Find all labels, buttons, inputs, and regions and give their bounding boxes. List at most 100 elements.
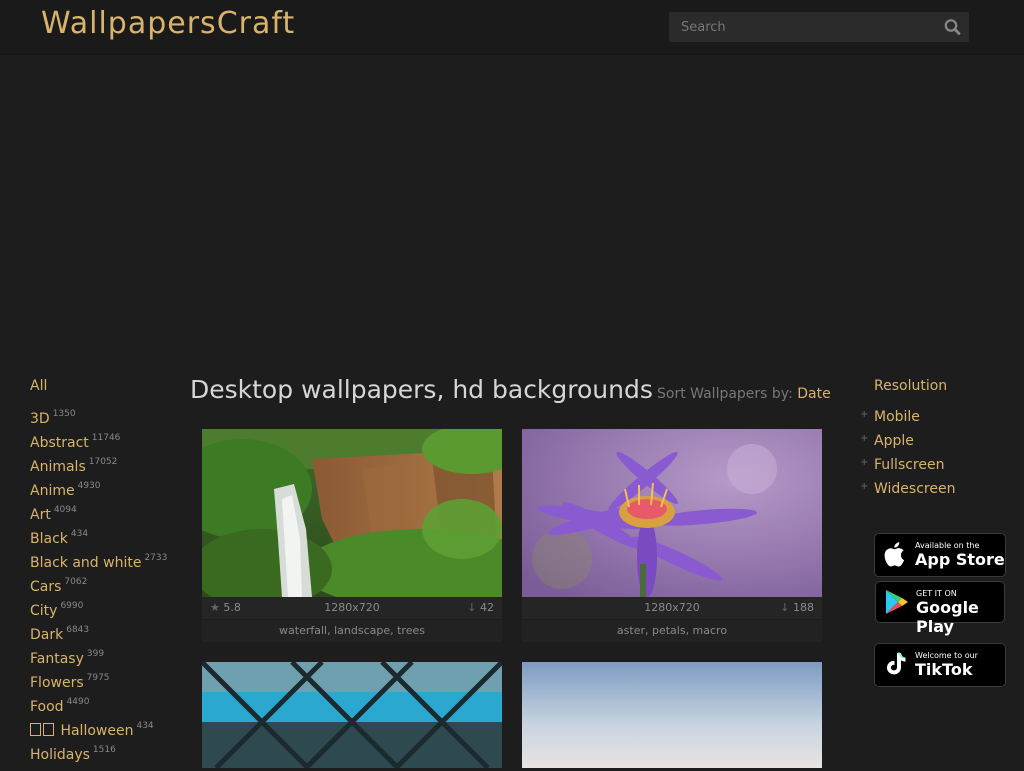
resolution-item-widescreen[interactable]: + Widescreen	[860, 481, 1010, 505]
category-label: Halloween	[60, 723, 134, 739]
category-item-black-and-white[interactable]: Black and white 2733	[30, 553, 180, 579]
downloads-value: 42	[480, 601, 494, 614]
category-label: City	[30, 603, 58, 619]
category-item-black[interactable]: Black 434	[30, 529, 180, 555]
tiktok-badge-caption: Welcome to our	[915, 651, 978, 660]
ad-banner-area	[0, 55, 1024, 365]
google-play-badge-title: Google Play	[916, 598, 979, 636]
resolution-item-fullscreen[interactable]: + Fullscreen	[860, 457, 1010, 481]
category-count: 17052	[88, 457, 118, 467]
category-label: Art	[30, 507, 51, 523]
resolution-sidebar: Resolution + Mobile + Apple + Fullscreen…	[860, 378, 1010, 505]
category-item-dark[interactable]: Dark 6843	[30, 625, 180, 651]
category-label: Cars	[30, 579, 62, 595]
category-label: Flowers	[30, 675, 84, 691]
search-button[interactable]	[943, 18, 963, 36]
site-logo[interactable]: WallpapersCraft	[41, 6, 295, 41]
resolution-item-label: Apple	[874, 433, 914, 449]
category-count: 434	[70, 529, 89, 539]
wallpaper-meta: ★ 5.8 1280x720 ↓ 42	[202, 597, 502, 619]
resolution-item-mobile[interactable]: + Mobile	[860, 409, 1010, 433]
wallpaper-downloads: ↓ 188	[780, 597, 814, 619]
wallpaper-card	[202, 662, 502, 768]
category-item-art[interactable]: Art 4094	[30, 505, 180, 531]
missing-glyph-icon	[30, 723, 41, 736]
plus-icon: +	[860, 433, 869, 444]
app-store-badge[interactable]: Available on the App Store	[874, 533, 1006, 577]
wallpaper-thumbnail-fence[interactable]	[202, 662, 502, 768]
tiktok-icon	[887, 652, 906, 675]
category-item-3d[interactable]: 3D 1350	[30, 409, 180, 435]
tiktok-badge-title: TikTok	[915, 660, 973, 679]
sort-control: Sort Wallpapers by: Date	[657, 386, 831, 402]
resolution-item-label: Fullscreen	[874, 457, 945, 473]
category-item-city[interactable]: City 6990	[30, 601, 180, 627]
category-count: 4490	[66, 697, 90, 707]
missing-glyph-icon	[43, 723, 54, 736]
category-label: Abstract	[30, 435, 89, 451]
category-label: Black and white	[30, 555, 142, 571]
wallpaper-thumbnail-sky[interactable]	[522, 662, 822, 768]
downloads-value: 188	[793, 601, 814, 614]
resolution-title[interactable]: Resolution	[860, 378, 1010, 398]
wallpaper-card: 1280x720 ↓ 188 aster, petals, macro	[522, 429, 822, 642]
wallpaper-card: ★ 5.8 1280x720 ↓ 42 waterfall, landscape…	[202, 429, 502, 642]
category-item-animals[interactable]: Animals 17052	[30, 457, 180, 483]
app-store-badge-title: App Store	[915, 550, 1005, 569]
category-all-link[interactable]: All	[30, 378, 180, 398]
category-item-abstract[interactable]: Abstract 11746	[30, 433, 180, 459]
category-sidebar: All 3D 1350 Abstract 11746 Animals 17052 Anime…	[30, 378, 180, 771]
category-item-holidays[interactable]: Holidays 1516	[30, 745, 180, 771]
category-label: Holidays	[30, 747, 90, 763]
sort-label: Sort Wallpapers by:	[657, 386, 793, 402]
search-box[interactable]	[669, 12, 969, 42]
app-store-badge-caption: Available on the	[915, 541, 980, 550]
apple-icon	[884, 542, 905, 567]
resolution-item-label: Mobile	[874, 409, 920, 425]
google-play-badge-caption: GET IT ON	[916, 589, 957, 598]
wallpaper-card	[522, 662, 822, 768]
wallpaper-thumbnail-aster[interactable]	[522, 429, 822, 597]
category-label: Black	[30, 531, 68, 547]
category-count: 2733	[144, 553, 168, 563]
category-count: 399	[86, 649, 105, 659]
category-label: Anime	[30, 483, 75, 499]
google-play-badge[interactable]: GET IT ON Google Play	[875, 581, 1005, 636]
search-input[interactable]	[669, 12, 941, 42]
search-icon	[944, 19, 961, 35]
category-count: 434	[136, 721, 154, 731]
page-title: Desktop wallpapers, hd backgrounds	[190, 375, 653, 404]
category-label: Food	[30, 699, 64, 715]
category-item-anime[interactable]: Anime 4930	[30, 481, 180, 507]
wallpaper-thumbnail-waterfall[interactable]	[202, 429, 502, 597]
wallpaper-tags[interactable]: aster, petals, macro	[522, 619, 822, 642]
resolution-item-apple[interactable]: + Apple	[860, 433, 1010, 457]
aster-flower-image	[522, 429, 822, 597]
sort-value-link[interactable]: Date	[797, 386, 830, 402]
category-item-food[interactable]: Food 4490	[30, 697, 180, 723]
category-item-flowers[interactable]: Flowers 7975	[30, 673, 180, 699]
plus-icon: +	[860, 409, 869, 420]
category-count: 1350	[52, 409, 76, 419]
wallpaper-meta: 1280x720 ↓ 188	[522, 597, 822, 619]
download-icon: ↓	[467, 601, 477, 614]
tiktok-badge[interactable]: Welcome to our TikTok	[874, 643, 1006, 687]
resolution-item-label: Widescreen	[874, 481, 956, 497]
category-item-cars[interactable]: Cars 7062	[30, 577, 180, 603]
wallpaper-tags[interactable]: waterfall, landscape, trees	[202, 619, 502, 642]
plus-icon: +	[860, 481, 869, 492]
category-label: Fantasy	[30, 651, 84, 667]
category-count: 7975	[86, 673, 110, 683]
wallpaper-resolution: 1280x720	[644, 601, 700, 614]
sky-image	[522, 662, 822, 768]
category-item-fantasy[interactable]: Fantasy 399	[30, 649, 180, 675]
site-header: WallpapersCraft	[0, 0, 1024, 55]
category-count: 6843	[66, 625, 90, 635]
wallpaper-resolution: 1280x720	[324, 601, 380, 614]
category-count: 7062	[64, 577, 88, 587]
category-list: 3D 1350 Abstract 11746 Animals 17052 Anime 4930…	[30, 409, 180, 771]
category-count: 4930	[77, 481, 101, 491]
category-label: Dark	[30, 627, 64, 643]
category-item-halloween[interactable]: Halloween 434	[30, 721, 180, 747]
category-count: 4094	[53, 505, 77, 515]
